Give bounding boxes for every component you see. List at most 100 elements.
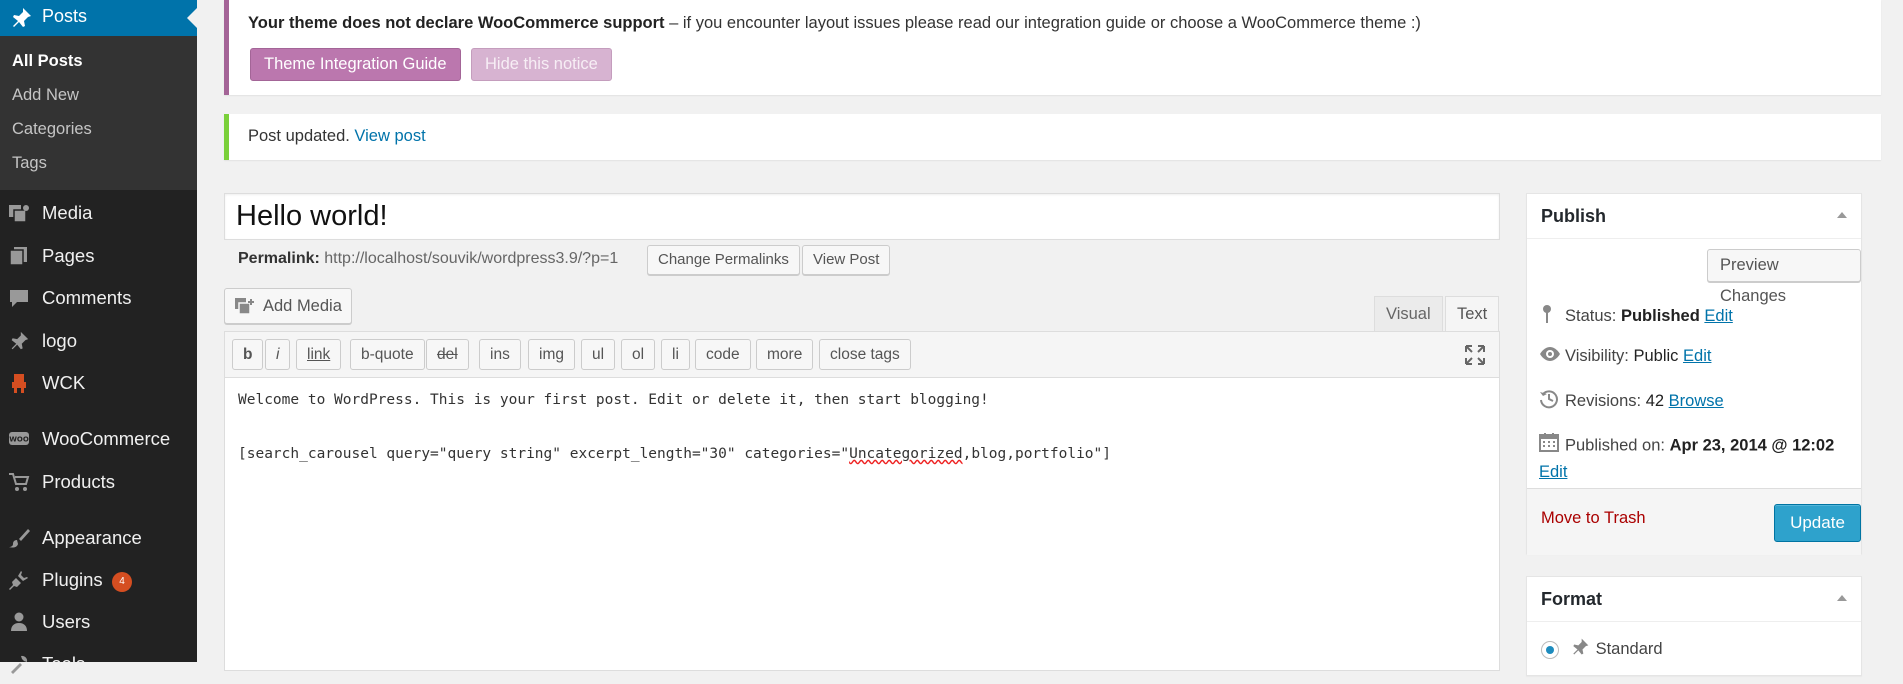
format-option-standard[interactable]: Standard xyxy=(1541,637,1663,662)
content-shortcode-part2: ,blog,portfolio"] xyxy=(962,446,1111,462)
publish-heading: Publish xyxy=(1541,206,1607,226)
permalink-url[interactable]: http://localhost/souvik/wordpress3.9/?p=… xyxy=(324,250,618,267)
qt-italic-button[interactable]: i xyxy=(265,339,291,370)
qt-bold-button[interactable]: b xyxy=(232,339,264,370)
quicktags-toolbar: b i link b-quote del ins img ul ol li co… xyxy=(225,332,1499,378)
post-title-input[interactable]: Hello world! xyxy=(224,193,1500,240)
submenu-add-new[interactable]: Add New xyxy=(12,86,79,105)
svg-text:WOO: WOO xyxy=(9,436,29,444)
post-content-textarea[interactable]: Welcome to WordPress. This is your first… xyxy=(238,391,1111,463)
revisions-browse-link[interactable]: Browse xyxy=(1669,392,1724,410)
notice-bold-text: Your theme does not declare WooCommerce … xyxy=(248,14,665,32)
visibility-edit-link[interactable]: Edit xyxy=(1683,347,1711,365)
posts-submenu: All Posts Add New Categories Tags xyxy=(0,36,197,190)
content-shortcode-part1: [search_carousel query="query string" ex… xyxy=(238,446,850,462)
woocommerce-notice-message: Your theme does not declare WooCommerce … xyxy=(248,14,1421,33)
qt-del-button[interactable]: del xyxy=(426,339,469,370)
view-post-link[interactable]: View post xyxy=(354,127,425,145)
published-on-edit-link[interactable]: Edit xyxy=(1539,463,1567,481)
menu-appearance[interactable]: Appearance xyxy=(0,518,197,558)
cart-icon xyxy=(8,471,30,493)
published-on-label: Published on: xyxy=(1565,436,1670,455)
menu-comments[interactable]: Comments xyxy=(0,278,197,318)
menu-woocommerce-label: WooCommerce xyxy=(42,428,171,449)
hide-notice-button[interactable]: Hide this notice xyxy=(471,48,612,81)
qt-code-button[interactable]: code xyxy=(695,339,751,370)
qt-link-button[interactable]: link xyxy=(296,339,342,370)
paintbrush-icon xyxy=(8,527,30,549)
status-label: Status: xyxy=(1565,306,1621,325)
published-on-row: Published on: Apr 23, 2014 @ 12:02 Edit xyxy=(1539,432,1849,485)
visibility-value: Public xyxy=(1633,346,1679,365)
menu-products-label: Products xyxy=(42,471,116,492)
menu-pages[interactable]: Pages xyxy=(0,236,197,276)
menu-products[interactable]: Products xyxy=(0,462,197,502)
update-button[interactable]: Update xyxy=(1774,504,1861,542)
format-standard-label: Standard xyxy=(1595,639,1663,658)
visibility-label: Visibility: xyxy=(1565,346,1634,365)
permalink-label: Permalink: xyxy=(238,250,320,267)
add-media-button[interactable]: Add Media xyxy=(224,288,352,324)
menu-media[interactable]: Media xyxy=(0,193,197,233)
visibility-row: Visibility: Public Edit xyxy=(1539,346,1711,367)
menu-plugins-label: Plugins xyxy=(42,569,103,590)
status-value: Published xyxy=(1620,306,1700,325)
plugins-update-badge: 4 xyxy=(112,572,132,592)
status-edit-link[interactable]: Edit xyxy=(1704,307,1732,325)
menu-woocommerce[interactable]: WOO WooCommerce xyxy=(0,419,197,459)
format-collapse-arrow-icon[interactable] xyxy=(1837,595,1847,601)
qt-ol-button[interactable]: ol xyxy=(621,339,656,370)
users-icon xyxy=(8,611,30,633)
add-media-label: Add Media xyxy=(263,297,342,315)
menu-wck[interactable]: WCK xyxy=(0,363,197,403)
theme-integration-guide-button[interactable]: Theme Integration Guide xyxy=(250,48,461,81)
notice-rest-text: – if you encounter layout issues please … xyxy=(664,14,1421,32)
qt-ul-button[interactable]: ul xyxy=(581,339,616,370)
qt-bquote-button[interactable]: b-quote xyxy=(350,339,425,370)
current-menu-arrow xyxy=(187,8,197,28)
menu-tools-label: Tools xyxy=(42,653,86,674)
format-box-header[interactable]: Format xyxy=(1527,577,1861,622)
admin-sidebar: Posts All Posts Add New Categories Tags … xyxy=(0,0,197,674)
pin-icon xyxy=(8,330,30,352)
menu-wck-label: WCK xyxy=(42,372,86,393)
add-media-icon xyxy=(234,297,256,322)
fullscreen-icon[interactable] xyxy=(1465,345,1485,370)
menu-tools[interactable]: Tools xyxy=(0,644,197,684)
tab-visual[interactable]: Visual xyxy=(1374,296,1443,332)
view-post-button[interactable]: View Post xyxy=(802,245,891,275)
qt-close-tags-button[interactable]: close tags xyxy=(819,339,911,370)
menu-users[interactable]: Users xyxy=(0,602,197,642)
revisions-value: 42 xyxy=(1645,391,1665,410)
submenu-categories[interactable]: Categories xyxy=(12,120,92,139)
menu-pages-label: Pages xyxy=(42,245,95,266)
menu-posts[interactable]: Posts xyxy=(0,0,197,36)
revisions-label: Revisions: xyxy=(1565,391,1646,410)
change-permalinks-button[interactable]: Change Permalinks xyxy=(647,245,800,275)
move-to-trash-link[interactable]: Move to Trash xyxy=(1541,509,1646,528)
menu-logo[interactable]: logo xyxy=(0,321,197,361)
publish-box-header[interactable]: Publish xyxy=(1527,194,1861,239)
menu-plugins[interactable]: Plugins 4 xyxy=(0,560,197,600)
permalink-row: Permalink: http://localhost/souvik/wordp… xyxy=(238,250,618,268)
qt-more-button[interactable]: more xyxy=(756,339,814,370)
qt-ins-button[interactable]: ins xyxy=(479,339,521,370)
qt-img-button[interactable]: img xyxy=(528,339,575,370)
content-line-1: Welcome to WordPress. This is your first… xyxy=(238,392,989,408)
wck-icon xyxy=(8,372,30,394)
status-row: Status: Published Edit xyxy=(1539,304,1733,329)
collapse-arrow-icon[interactable] xyxy=(1837,212,1847,218)
plugin-icon xyxy=(8,569,30,591)
calendar-icon xyxy=(1539,432,1565,460)
tab-text[interactable]: Text xyxy=(1445,296,1500,333)
qt-li-button[interactable]: li xyxy=(661,339,690,370)
status-pin-icon xyxy=(1539,304,1565,329)
format-standard-radio[interactable] xyxy=(1541,640,1559,659)
text-editor: b i link b-quote del ins img ul ol li co… xyxy=(224,331,1500,671)
menu-logo-label: logo xyxy=(42,330,77,351)
submenu-tags[interactable]: Tags xyxy=(12,154,47,173)
preview-changes-button[interactable]: Preview Changes xyxy=(1707,249,1861,305)
tools-icon xyxy=(8,653,30,675)
eye-icon xyxy=(1539,346,1565,367)
submenu-all-posts[interactable]: All Posts xyxy=(12,52,83,71)
